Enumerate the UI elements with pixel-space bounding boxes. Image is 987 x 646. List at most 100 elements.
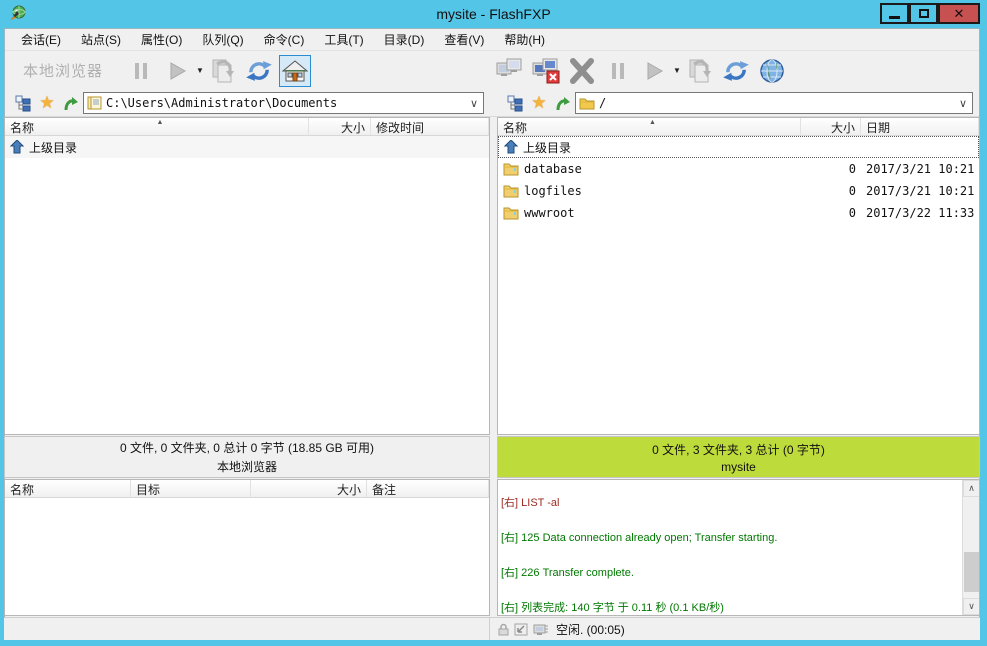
folder-icon bbox=[503, 184, 519, 198]
remote-start-button[interactable] bbox=[638, 55, 670, 87]
pause-icon bbox=[609, 61, 627, 81]
scroll-down-button[interactable]: ∨ bbox=[963, 598, 980, 615]
folder-icon bbox=[579, 97, 595, 110]
remote-path-dropdown chevron-down-icon[interactable]: ∨ bbox=[954, 97, 972, 110]
remote-connect-button[interactable] bbox=[494, 55, 526, 87]
remote-transfer-queue-button[interactable] bbox=[684, 55, 716, 87]
remote-status-counts: 0 文件, 3 文件夹, 3 总计 (0 字节) bbox=[498, 441, 979, 458]
folder-tree-icon bbox=[15, 95, 32, 112]
remote-path-combobox[interactable]: / ∨ bbox=[575, 92, 973, 114]
curved-up-arrow-icon bbox=[555, 95, 572, 112]
log-panel: [右] LIST -al [右] 125 Data connection alr… bbox=[497, 479, 980, 616]
titlebar: mysite - FlashFXP ✕ bbox=[0, 0, 987, 28]
remote-col-size[interactable]: 大小 bbox=[801, 118, 861, 135]
remote-abort-button[interactable] bbox=[566, 55, 598, 87]
remote-file-row-logfiles[interactable]: logfiles 0 2017/3/21 10:21 bbox=[498, 180, 979, 202]
menu-sites[interactable]: 站点(S) bbox=[71, 28, 131, 51]
remote-path-value[interactable]: / bbox=[599, 96, 954, 110]
transfer-mode-icon bbox=[514, 622, 529, 637]
local-home-button[interactable] bbox=[279, 55, 311, 87]
folder-icon bbox=[503, 206, 519, 220]
minimize-button[interactable] bbox=[880, 3, 909, 24]
remote-path-bar: ★ / ∨ bbox=[490, 90, 979, 116]
star-icon: ★ bbox=[39, 93, 54, 113]
sort-asc-icon: ▲ bbox=[157, 119, 164, 126]
menu-session[interactable]: 会话(E) bbox=[11, 28, 71, 51]
local-path-value[interactable]: C:\Users\Administrator\Documents bbox=[106, 96, 465, 110]
globe-icon bbox=[758, 57, 786, 85]
remote-up-dir-button[interactable] bbox=[551, 92, 575, 114]
remote-start-dropdown chevron-down-icon[interactable]: ▼ bbox=[673, 66, 681, 75]
menu-view[interactable]: 查看(V) bbox=[434, 28, 494, 51]
remote-file-row-wwwroot[interactable]: wwwroot 0 2017/3/22 11:33 bbox=[498, 202, 979, 224]
scroll-up-button[interactable]: ∧ bbox=[963, 480, 980, 497]
local-path-dropdown chevron-down-icon[interactable]: ∨ bbox=[465, 97, 483, 110]
path-row: ★ C:\Users\Administrator\Documents ∨ bbox=[5, 90, 979, 117]
local-path-combobox[interactable]: C:\Users\Administrator\Documents ∨ bbox=[83, 92, 484, 114]
remote-parent-dir-row[interactable]: 上级目录 bbox=[498, 136, 979, 158]
remote-toolbar: ▼ bbox=[490, 51, 979, 90]
local-refresh-button[interactable] bbox=[243, 55, 275, 87]
remote-file-list: 名称▲ 大小 日期 上级目录 database 0 2017/3/21 10:2… bbox=[497, 117, 980, 435]
local-status-label: 本地浏览器 bbox=[5, 458, 489, 475]
remote-disconnect-button[interactable] bbox=[530, 55, 562, 87]
minimize-icon bbox=[889, 16, 900, 19]
remote-col-date[interactable]: 日期 bbox=[861, 118, 979, 135]
local-col-size[interactable]: 大小 bbox=[309, 118, 371, 135]
local-tree-button[interactable] bbox=[11, 92, 35, 114]
queue-panel: 名称 目标 大小 备注 bbox=[4, 479, 490, 616]
remote-file-row-database[interactable]: database 0 2017/3/21 10:21 bbox=[498, 158, 979, 180]
local-path-bar: ★ C:\Users\Administrator\Documents ∨ bbox=[5, 90, 490, 116]
close-button[interactable]: ✕ bbox=[938, 3, 980, 24]
queue-col-target[interactable]: 目标 bbox=[131, 480, 251, 497]
remote-refresh-button[interactable] bbox=[720, 55, 752, 87]
log-line: [右] 列表完成: 140 字节 于 0.11 秒 (0.1 KB/秒) bbox=[501, 603, 961, 615]
menu-directory[interactable]: 目录(D) bbox=[374, 28, 435, 51]
menu-help[interactable]: 帮助(H) bbox=[494, 28, 555, 51]
log-line: [右] 125 Data connection already open; Tr… bbox=[501, 533, 961, 545]
abort-x-icon bbox=[567, 57, 597, 85]
local-col-modified[interactable]: 修改时间 bbox=[371, 118, 489, 135]
queue-header: 名称 目标 大小 备注 bbox=[5, 480, 489, 498]
statusbar-right-section: 空闲. (00:05) bbox=[490, 621, 980, 638]
menu-options[interactable]: 属性(O) bbox=[131, 28, 192, 51]
remote-pause-button[interactable] bbox=[602, 55, 634, 87]
play-icon bbox=[166, 60, 188, 82]
local-file-list: 名称▲ 大小 修改时间 上级目录 bbox=[4, 117, 490, 435]
maximize-button[interactable] bbox=[909, 3, 938, 24]
queue-col-size[interactable]: 大小 bbox=[251, 480, 367, 497]
local-parent-dir-row[interactable]: 上级目录 bbox=[5, 136, 489, 158]
up-dir-icon bbox=[10, 140, 24, 154]
remote-favorites-button[interactable]: ★ bbox=[527, 92, 551, 114]
local-up-dir-button[interactable] bbox=[59, 92, 83, 114]
up-dir-icon bbox=[504, 140, 518, 154]
star-icon: ★ bbox=[531, 93, 546, 113]
local-toolbar: 本地浏览器 ▼ bbox=[5, 51, 490, 90]
menu-commands[interactable]: 命令(C) bbox=[254, 28, 315, 51]
remote-col-name[interactable]: 名称▲ bbox=[498, 118, 801, 135]
play-icon bbox=[643, 60, 665, 82]
remote-tree-button[interactable] bbox=[503, 92, 527, 114]
queue-col-note[interactable]: 备注 bbox=[367, 480, 489, 497]
local-start-dropdown chevron-down-icon[interactable]: ▼ bbox=[196, 66, 204, 75]
status-text: 空闲. (00:05) bbox=[556, 621, 625, 638]
folder-icon bbox=[503, 162, 519, 176]
local-pause-button[interactable] bbox=[125, 55, 157, 87]
flashfxp-window: mysite - FlashFXP ✕ 会话(E) 站点(S) 属性(O) 队列… bbox=[0, 0, 987, 646]
home-icon bbox=[282, 58, 308, 84]
remote-status-panel: 0 文件, 3 文件夹, 3 总计 (0 字节) mysite bbox=[497, 436, 980, 478]
local-col-name[interactable]: 名称▲ bbox=[5, 118, 309, 135]
log-scrollbar[interactable]: ∧ ∨ bbox=[962, 480, 979, 615]
close-icon: ✕ bbox=[954, 7, 965, 20]
menu-queue[interactable]: 队列(Q) bbox=[192, 28, 253, 51]
queue-col-name[interactable]: 名称 bbox=[5, 480, 131, 497]
scroll-thumb[interactable] bbox=[964, 552, 979, 592]
local-status-counts: 0 文件, 0 文件夹, 0 总计 0 字节 (18.85 GB 可用) bbox=[5, 439, 489, 456]
remote-web-button[interactable] bbox=[756, 55, 788, 87]
local-transfer-queue-button[interactable] bbox=[207, 55, 239, 87]
local-favorites-button[interactable]: ★ bbox=[35, 92, 59, 114]
menu-tools[interactable]: 工具(T) bbox=[314, 28, 373, 51]
remote-status-label: mysite bbox=[498, 460, 979, 474]
local-status-panel: 0 文件, 0 文件夹, 0 总计 0 字节 (18.85 GB 可用) 本地浏… bbox=[4, 436, 490, 478]
local-start-button[interactable] bbox=[161, 55, 193, 87]
